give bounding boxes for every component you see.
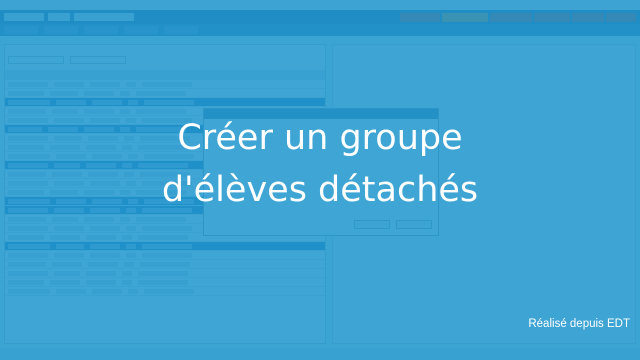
video-title: Créer un groupe d'élèves détachés	[0, 112, 640, 216]
title-line-1: Créer un groupe	[177, 118, 463, 158]
title-line-2: d'élèves détachés	[161, 170, 479, 210]
credit-text: Réalisé depuis EDT	[528, 318, 630, 330]
